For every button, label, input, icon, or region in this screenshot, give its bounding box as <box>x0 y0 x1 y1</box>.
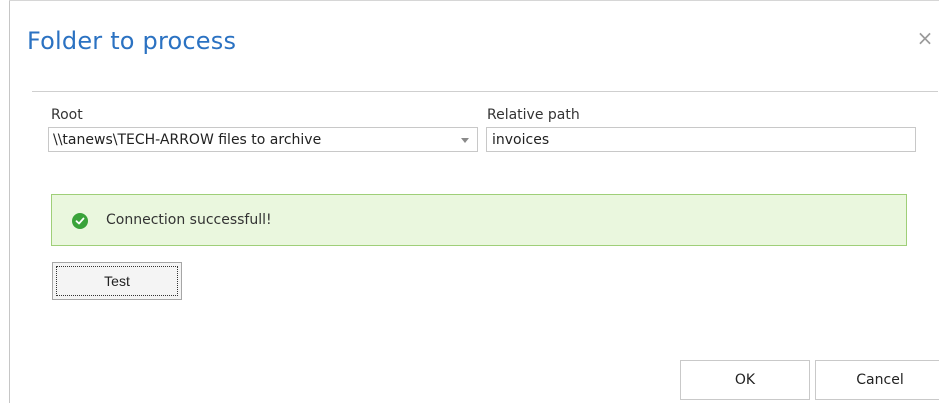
root-label: Root <box>51 107 83 123</box>
test-button[interactable]: Test <box>52 262 182 300</box>
check-circle-icon <box>72 213 88 229</box>
folder-to-process-dialog: Folder to process × Root \\tanews\TECH-A… <box>0 0 939 403</box>
connection-status-message: Connection successfull! <box>106 212 272 228</box>
title-divider <box>32 91 938 92</box>
ok-button[interactable]: OK <box>680 360 810 400</box>
dialog-left-border <box>9 0 10 403</box>
dialog-title: Folder to process <box>27 27 237 55</box>
dropdown-caret-icon <box>461 138 469 143</box>
dialog-top-border <box>9 0 939 1</box>
relative-path-input[interactable] <box>486 127 916 152</box>
relative-path-label: Relative path <box>487 107 580 123</box>
root-select-value: \\tanews\TECH-ARROW files to archive <box>53 132 322 148</box>
close-icon[interactable]: × <box>914 27 936 49</box>
test-button-label: Test <box>104 273 130 289</box>
root-select[interactable]: \\tanews\TECH-ARROW files to archive <box>48 127 478 152</box>
cancel-button[interactable]: Cancel <box>815 360 939 400</box>
connection-status-banner: Connection successfull! <box>51 194 907 246</box>
